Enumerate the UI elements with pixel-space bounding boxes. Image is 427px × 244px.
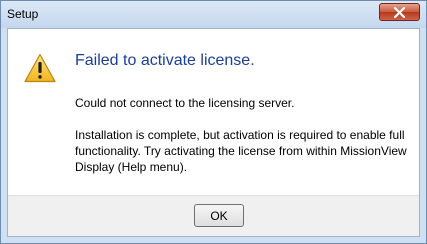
close-icon bbox=[394, 7, 405, 18]
message-line: Could not connect to the licensing serve… bbox=[75, 96, 295, 110]
message-body: Installation is complete, but activation… bbox=[75, 128, 407, 174]
setup-dialog-window: Setup Failed to activate license. Could … bbox=[0, 0, 427, 244]
close-button[interactable] bbox=[379, 3, 420, 21]
title-bar[interactable]: Setup bbox=[1, 1, 426, 28]
warning-icon bbox=[24, 53, 56, 83]
dialog-heading: Failed to activate license. bbox=[75, 52, 255, 69]
dialog-content: Failed to activate license. Could not co… bbox=[7, 28, 420, 237]
ok-button[interactable]: OK bbox=[194, 204, 244, 227]
button-bar: OK bbox=[8, 195, 419, 236]
window-title: Setup bbox=[7, 7, 39, 21]
